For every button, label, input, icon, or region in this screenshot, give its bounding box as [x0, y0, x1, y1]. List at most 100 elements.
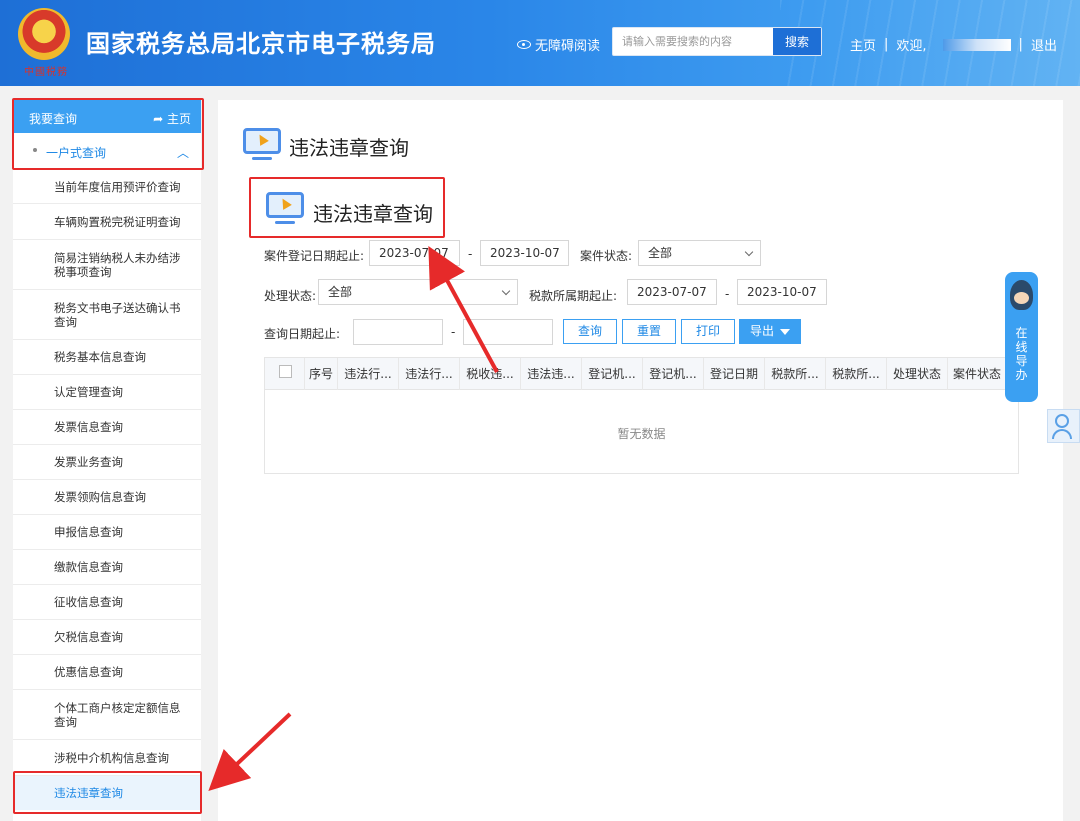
results-table: 序号 违法行... 违法行... 税收违... 违法违... 登记机... 登记机... 登记…: [264, 357, 1019, 474]
case-status-value: 全部: [648, 246, 673, 260]
handle-status-label: 处理状态:: [264, 289, 317, 303]
callout-box-active-item: [13, 771, 202, 814]
reg-date-label: 案件登记日期起止:: [264, 249, 365, 263]
sidebar-item[interactable]: 当前年度信用预评价查询: [13, 169, 201, 203]
masked-username: [942, 38, 1011, 51]
export-dropdown-button[interactable]: 导出: [739, 319, 801, 344]
sidebar-item-label: 简易注销纳税人未办结涉税事项查询: [54, 250, 181, 279]
online-guide-char: 在: [1015, 326, 1028, 340]
eye-icon: [517, 40, 531, 49]
sidebar-item[interactable]: 税务基本信息查询: [13, 339, 201, 374]
sidebar-item-label: 优惠信息查询: [54, 665, 123, 679]
range-dash: -: [725, 287, 730, 301]
select-all-cell: [265, 358, 305, 390]
query-date-to-input[interactable]: [463, 319, 553, 345]
sidebar-menu: 当前年度信用预评价查询 车辆购置税完税证明查询 简易注销纳税人未办结涉税事项查询 税务…: [13, 169, 201, 810]
callout-box-title: [249, 177, 445, 238]
chevron-down-icon: [501, 286, 511, 296]
table-column-header: 违法行...: [399, 358, 460, 390]
table-column-header: 违法违...: [521, 358, 582, 390]
sidebar-item-label: 税务文书电子送达确认书查询: [54, 300, 181, 329]
monitor-cursor-icon: [242, 128, 284, 162]
sidebar-item-label: 涉税中介机构信息查询: [54, 750, 169, 765]
search-button[interactable]: 搜索: [773, 28, 821, 55]
sidebar-item-label: 个体工商户核定定额信息查询: [54, 700, 181, 729]
tax-period-from-input[interactable]: 2023-07-07: [627, 279, 717, 305]
reg-date-to-input[interactable]: 2023-10-07: [480, 240, 569, 266]
handle-status-select[interactable]: 全部: [318, 279, 518, 305]
sidebar-item-label: 申报信息查询: [54, 525, 123, 539]
top-header: 中國税務 国家税务总局北京市电子税务局 无障碍阅读 搜索 主页 | 欢迎, | …: [0, 0, 1080, 86]
table-column-header: 税款所...: [765, 358, 826, 390]
sidebar-item[interactable]: 申报信息查询: [13, 514, 201, 549]
sidebar-item[interactable]: 征收信息查询: [13, 584, 201, 619]
sidebar-item[interactable]: 发票领购信息查询: [13, 479, 201, 514]
sidebar-item-label: 认定管理查询: [54, 385, 123, 399]
home-link[interactable]: 主页: [850, 35, 876, 54]
sidebar-item[interactable]: 涉税中介机构信息查询: [13, 739, 201, 775]
online-guide-char: 办: [1015, 368, 1028, 382]
online-guide-widget[interactable]: 在线导办: [1005, 272, 1038, 402]
page-title: 违法违章查询: [289, 136, 409, 160]
site-title: 国家税务总局北京市电子税务局: [86, 30, 436, 58]
export-label: 导出: [749, 324, 774, 338]
query-date-label: 查询日期起止:: [264, 327, 341, 341]
separator: |: [884, 37, 889, 52]
callout-box-sidebar-top: [12, 98, 204, 170]
table-column-header: 税款所...: [826, 358, 887, 390]
case-status-select[interactable]: 全部: [638, 240, 761, 266]
sidebar-item-label: 缴款信息查询: [54, 560, 123, 574]
chevron-down-icon: [744, 247, 754, 257]
agent-face-icon: [1014, 292, 1029, 304]
select-all-checkbox[interactable]: [279, 365, 292, 378]
sidebar-item[interactable]: 认定管理查询: [13, 374, 201, 409]
sidebar-item-label: 发票业务查询: [54, 455, 123, 469]
app-root: 中國税務 国家税务总局北京市电子税务局 无障碍阅读 搜索 主页 | 欢迎, | …: [0, 0, 1080, 821]
user-star-icon[interactable]: [1047, 409, 1080, 443]
sidebar-item[interactable]: 优惠信息查询: [13, 654, 201, 689]
handle-status-value: 全部: [328, 285, 353, 299]
sidebar-item-label: 当前年度信用预评价查询: [54, 179, 181, 194]
table-column-header: 税收违...: [460, 358, 521, 390]
query-button[interactable]: 查询: [563, 319, 617, 344]
reset-button[interactable]: 重置: [622, 319, 676, 344]
table-column-header: 违法行...: [338, 358, 399, 390]
emblem-caption: 中國税務: [24, 67, 68, 78]
sidebar-item-label: 发票领购信息查询: [54, 490, 146, 504]
tax-period-label: 税款所属期起止:: [529, 289, 618, 303]
sidebar-item-label: 欠税信息查询: [54, 630, 123, 644]
table-header: 序号 违法行... 违法行... 税收违... 违法违... 登记机... 登记机... 登记…: [265, 358, 1018, 390]
sidebar-item[interactable]: 发票业务查询: [13, 444, 201, 479]
search-input[interactable]: [613, 28, 773, 55]
sidebar-item[interactable]: 欠税信息查询: [13, 619, 201, 654]
sidebar-item[interactable]: 发票信息查询: [13, 409, 201, 444]
logout-link[interactable]: 退出: [1031, 35, 1057, 54]
table-column-header: 处理状态: [887, 358, 948, 390]
tax-period-to-input[interactable]: 2023-10-07: [737, 279, 827, 305]
accessibility-link[interactable]: 无障碍阅读: [517, 35, 600, 54]
table-column-header: 登记机...: [582, 358, 643, 390]
sidebar: 我要查询 ➦ 主页 一户式查询 ︿ 当前年度信用预评价查询 车辆购置税完税证明查询…: [13, 100, 201, 821]
separator: |: [1018, 37, 1023, 52]
sidebar-item[interactable]: 缴款信息查询: [13, 549, 201, 584]
caret-down-icon: [780, 328, 790, 335]
sidebar-item[interactable]: 个体工商户核定定额信息查询: [13, 689, 201, 739]
table-column-header: 案件状态: [948, 358, 1007, 390]
sidebar-item[interactable]: 简易注销纳税人未办结涉税事项查询: [13, 239, 201, 289]
print-button[interactable]: 打印: [681, 319, 735, 344]
header-links: 主页 | 欢迎, | 退出: [850, 35, 1057, 54]
range-dash: -: [451, 325, 456, 339]
table-column-header: 序号: [305, 358, 338, 390]
range-dash: -: [468, 247, 473, 261]
case-status-label: 案件状态:: [580, 249, 633, 263]
sidebar-item[interactable]: 税务文书电子送达确认书查询: [13, 289, 201, 339]
online-guide-text: 在线导办: [1005, 326, 1038, 382]
table-column-header: 登记机...: [643, 358, 704, 390]
empty-state-text: 暂无数据: [617, 427, 666, 441]
online-guide-char: 线: [1015, 340, 1028, 354]
sidebar-item[interactable]: 车辆购置税完税证明查询: [13, 203, 201, 239]
sidebar-item-label: 征收信息查询: [54, 595, 123, 609]
reg-date-from-input[interactable]: 2023-07-07: [369, 240, 460, 266]
query-date-from-input[interactable]: [353, 319, 443, 345]
search-box: 搜索: [612, 27, 822, 56]
